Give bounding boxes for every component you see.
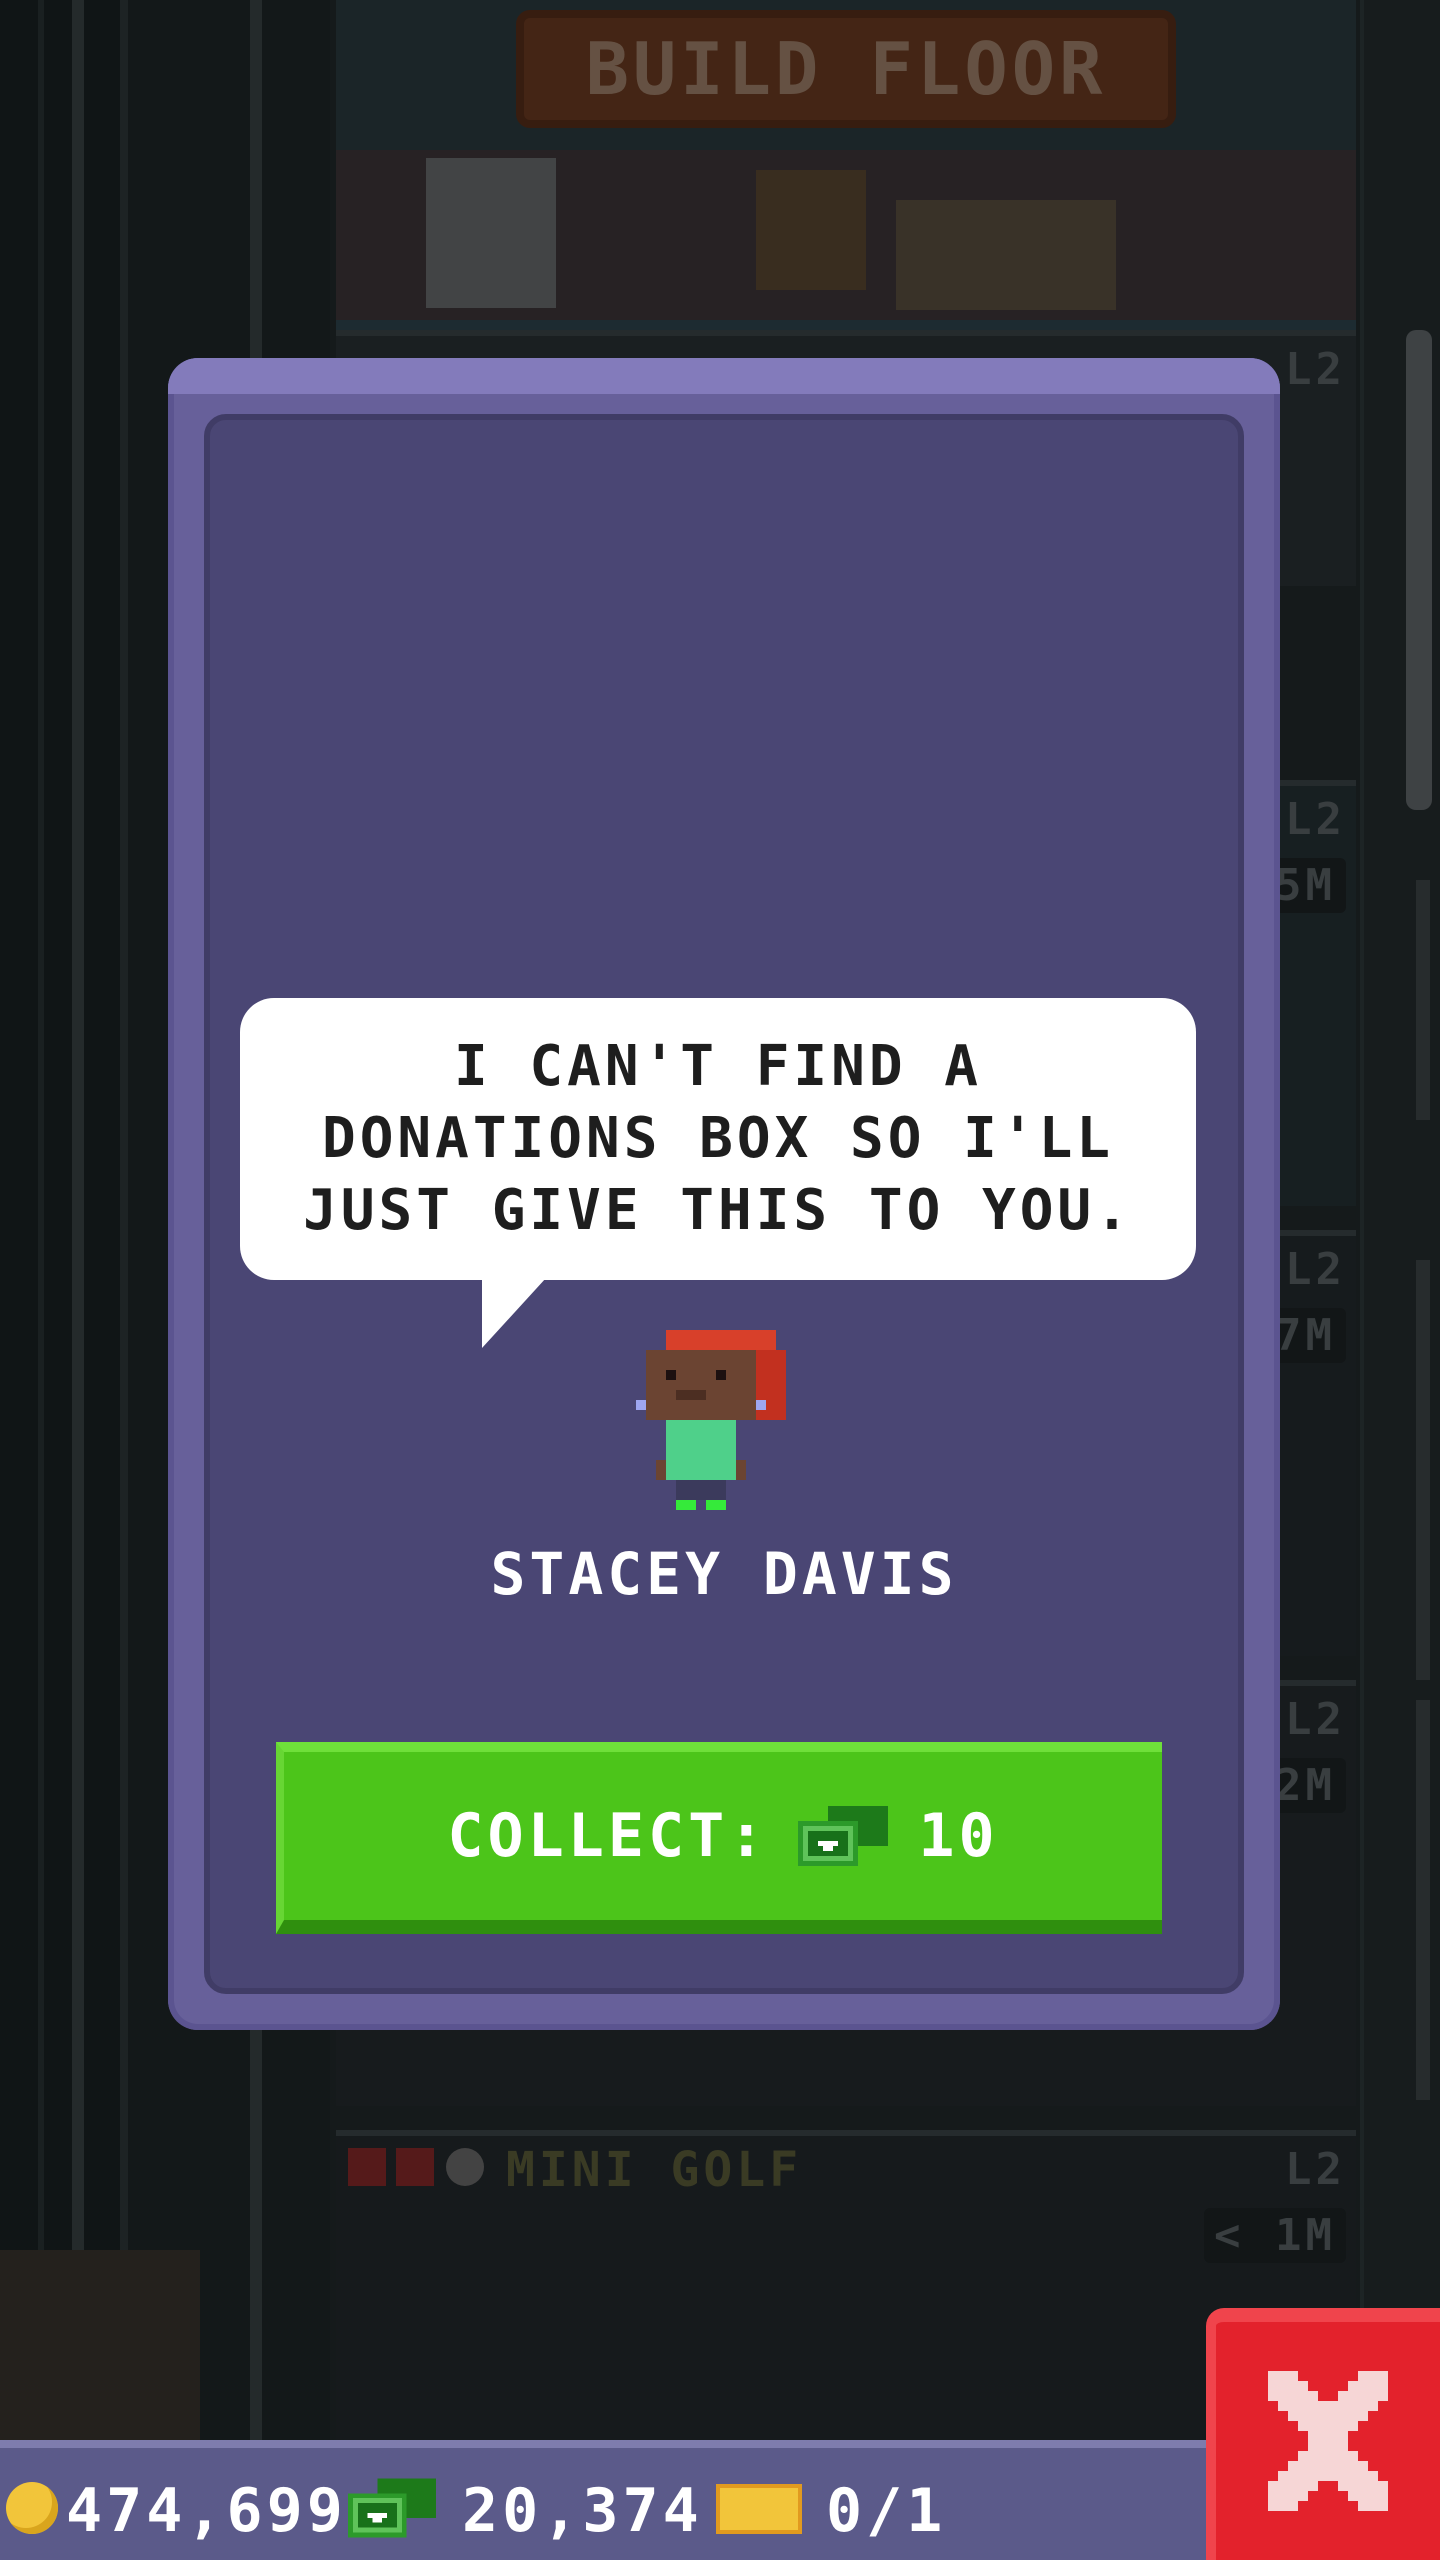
speech-text: I CAN'T FIND A DONATIONS BOX SO I'LL JUS… bbox=[303, 1034, 1133, 1243]
coin-count: 474,699 bbox=[66, 2476, 347, 2546]
close-icon bbox=[1268, 2371, 1388, 2511]
coin-icon bbox=[6, 2482, 58, 2534]
speech-bubble-tail bbox=[482, 1278, 546, 1348]
collect-button[interactable]: COLLECT: 10 bbox=[276, 1742, 1162, 1934]
close-button[interactable] bbox=[1206, 2308, 1440, 2560]
tower-bux-icon bbox=[798, 1805, 889, 1867]
character-name: STACEY DAVIS bbox=[490, 1540, 958, 1608]
dialog-top-edge bbox=[168, 358, 1280, 394]
bitizen-avatar bbox=[636, 1330, 786, 1510]
collect-label: COLLECT: bbox=[447, 1801, 769, 1871]
golden-ticket-icon bbox=[716, 2484, 802, 2534]
speech-bubble: I CAN'T FIND A DONATIONS BOX SO I'LL JUS… bbox=[240, 998, 1196, 1280]
tower-bux-icon bbox=[348, 2478, 436, 2538]
bux-count: 20,374 bbox=[462, 2476, 703, 2546]
collect-amount: 10 bbox=[918, 1801, 999, 1871]
ticket-count: 0/1 bbox=[826, 2476, 947, 2546]
